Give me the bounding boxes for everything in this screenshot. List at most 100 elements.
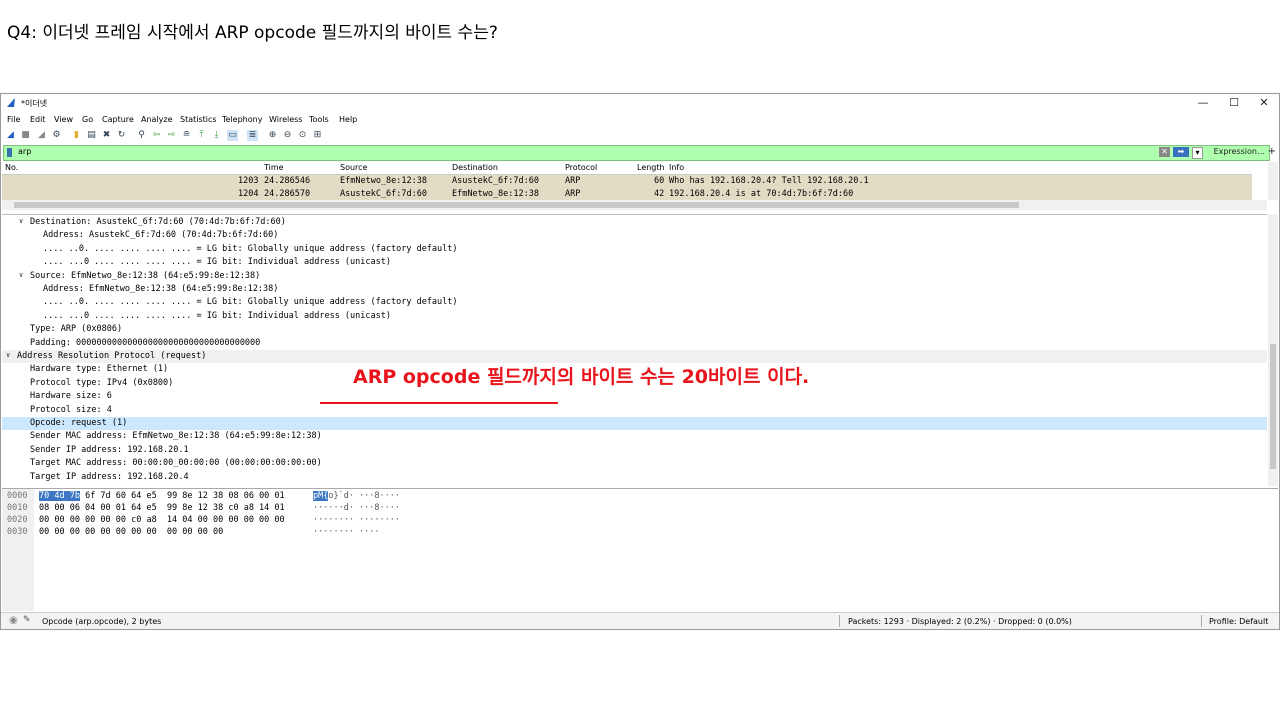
hex-byte-values[interactable]: 00 00 00 00 00 00 00 00 00 00 00 00 <box>39 527 223 537</box>
expression-button[interactable]: Expression… <box>1214 147 1265 156</box>
column-no[interactable]: No. <box>5 163 18 172</box>
detail-line[interactable]: Protocol size: 4 <box>2 404 1267 417</box>
add-filter-button[interactable]: + <box>1268 146 1276 157</box>
menu-wireless[interactable]: Wireless <box>269 115 302 124</box>
display-filter-bar[interactable]: arp ✕ ➡ ▾ <box>3 145 1270 161</box>
menu-tools[interactable]: Tools <box>309 115 329 124</box>
column-time[interactable]: Time <box>264 163 284 172</box>
menu-telephony[interactable]: Telephony <box>222 115 262 124</box>
filter-dropdown-icon[interactable]: ▾ <box>1192 147 1203 159</box>
packet-row[interactable]: 1203 24.286546 EfmNetwo_8e:12:38 Asustek… <box>2 175 1252 188</box>
filter-input[interactable]: arp <box>18 147 31 156</box>
menu-edit[interactable]: Edit <box>30 115 46 124</box>
ascii-selected[interactable]: pM{ <box>313 491 329 501</box>
details-scrollbar[interactable] <box>1268 214 1278 486</box>
close-file-icon[interactable]: ✖ <box>101 130 112 141</box>
hex-byte-values[interactable]: 00 00 00 00 00 00 c0 a8 14 04 00 00 00 0… <box>39 515 285 525</box>
expand-arrow-icon[interactable]: ∨ <box>6 351 10 359</box>
hex-line[interactable]: 0010 08 00 06 04 00 01 64 e5 99 8e 12 38 … <box>2 503 422 515</box>
hex-ascii[interactable]: ········ ········ <box>313 515 400 525</box>
detail-line[interactable]: .... ...0 .... .... .... .... = IG bit: … <box>2 310 1267 323</box>
reload-file-icon[interactable]: ↻ <box>116 130 127 141</box>
maximize-button[interactable]: ☐ <box>1219 95 1249 111</box>
detail-line[interactable]: Target IP address: 192.168.20.4 <box>2 471 1267 484</box>
ascii-text[interactable]: o}`d· ···8···· <box>328 491 400 501</box>
capture-options-icon[interactable]: ⚙ <box>51 130 62 141</box>
stop-capture-icon[interactable]: ■ <box>20 130 31 141</box>
detail-line-selected[interactable]: Opcode: request (1) <box>2 417 1267 430</box>
go-back-icon[interactable]: ⇦ <box>151 130 162 141</box>
column-destination[interactable]: Destination <box>452 163 498 172</box>
packet-list-hscrollbar[interactable] <box>2 200 1267 210</box>
column-source[interactable]: Source <box>340 163 367 172</box>
resize-columns-icon[interactable]: ⊞ <box>312 130 323 141</box>
column-protocol[interactable]: Protocol <box>565 163 597 172</box>
menu-view[interactable]: View <box>54 115 73 124</box>
edit-comment-icon[interactable]: ✎ <box>23 615 31 625</box>
menu-statistics[interactable]: Statistics <box>180 115 217 124</box>
detail-line[interactable]: ∨ Destination: AsustekC_6f:7d:60 (70:4d:7… <box>2 216 1267 229</box>
hex-line[interactable]: 0000 70 4d 7b 6f 7d 60 64 e5 99 8e 12 38 … <box>2 491 422 503</box>
detail-line[interactable]: .... ...0 .... .... .... .... = IG bit: … <box>2 256 1267 269</box>
status-circle-icon[interactable]: ◉ <box>9 615 18 626</box>
zoom-in-icon[interactable]: ⊕ <box>267 130 278 141</box>
status-profile[interactable]: Profile: Default <box>1209 617 1268 626</box>
autoscroll-icon[interactable]: ▭ <box>227 130 238 141</box>
detail-line[interactable]: .... ..0. .... .... .... .... = LG bit: … <box>2 243 1267 256</box>
clear-filter-icon[interactable]: ✕ <box>1159 147 1170 157</box>
hex-selected-bytes[interactable]: 70 4d 7b <box>39 491 80 501</box>
hex-ascii[interactable]: ········ ···· <box>313 527 380 537</box>
detail-line[interactable]: ∨ Source: EfmNetwo_8e:12:38 (64:e5:99:8e:… <box>2 270 1267 283</box>
menu-go[interactable]: Go <box>82 115 93 124</box>
detail-line[interactable]: Sender IP address: 192.168.20.1 <box>2 444 1267 457</box>
start-capture-icon[interactable]: ◢ <box>5 130 16 141</box>
zoom-out-icon[interactable]: ⊖ <box>282 130 293 141</box>
detail-line[interactable]: Address: AsustekC_6f:7d:60 (70:4d:7b:6f:… <box>2 229 1267 242</box>
detail-line[interactable]: Target MAC address: 00:00:00_00:00:00 (0… <box>2 457 1267 470</box>
menu-file[interactable]: File <box>7 115 20 124</box>
hscroll-thumb[interactable] <box>14 202 1019 208</box>
first-packet-icon[interactable]: ⤒ <box>196 130 207 141</box>
hex-byte-values[interactable]: 6f 7d 60 64 e5 99 8e 12 38 08 06 00 01 <box>80 491 285 501</box>
last-packet-icon[interactable]: ⤓ <box>211 130 222 141</box>
detail-line[interactable]: Hardware size: 6 <box>2 390 1267 403</box>
column-length[interactable]: Length <box>637 163 665 172</box>
hex-bytes[interactable]: 08 00 06 04 00 01 64 e5 99 8e 12 38 c0 a… <box>39 503 285 513</box>
zoom-normal-icon[interactable]: ⊙ <box>297 130 308 141</box>
detail-line[interactable]: Padding: 0000000000000000000000000000000… <box>2 337 1267 350</box>
detail-line[interactable]: Sender MAC address: EfmNetwo_8e:12:38 (6… <box>2 430 1267 443</box>
ascii-text[interactable]: ········ ········ <box>313 515 400 525</box>
save-file-icon[interactable]: ▤ <box>86 130 97 141</box>
expand-arrow-icon[interactable]: ∨ <box>19 217 23 225</box>
bookmark-icon[interactable] <box>7 148 12 157</box>
minimize-button[interactable]: — <box>1188 95 1218 111</box>
detail-line[interactable]: Address: EfmNetwo_8e:12:38 (64:e5:99:8e:… <box>2 283 1267 296</box>
hex-bytes[interactable]: 70 4d 7b 6f 7d 60 64 e5 99 8e 12 38 08 0… <box>39 491 285 501</box>
hex-bytes[interactable]: 00 00 00 00 00 00 c0 a8 14 04 00 00 00 0… <box>39 515 285 525</box>
expand-arrow-icon[interactable]: ∨ <box>19 271 23 279</box>
column-info[interactable]: Info <box>669 163 684 172</box>
hex-byte-values[interactable]: 08 00 06 04 00 01 64 e5 99 8e 12 38 c0 a… <box>39 503 285 513</box>
go-forward-icon[interactable]: ⇨ <box>166 130 177 141</box>
detail-line[interactable]: Type: ARP (0x0806) <box>2 323 1267 336</box>
apply-filter-icon[interactable]: ➡ <box>1173 147 1189 157</box>
hex-line[interactable]: 0020 00 00 00 00 00 00 c0 a8 14 04 00 00 … <box>2 515 422 527</box>
details-scroll-thumb[interactable] <box>1270 344 1276 469</box>
hex-line[interactable]: 0030 00 00 00 00 00 00 00 00 00 00 00 00 ·… <box>2 527 422 539</box>
detail-line[interactable]: .... ..0. .... .... .... .... = LG bit: … <box>2 296 1267 309</box>
hex-ascii[interactable]: ······d· ···8···· <box>313 503 400 513</box>
ascii-text[interactable]: ······d· ···8···· <box>313 503 400 513</box>
open-file-icon[interactable]: ▮ <box>71 130 82 141</box>
close-button[interactable]: ✕ <box>1249 95 1279 111</box>
go-to-packet-icon[interactable]: ≘ <box>181 130 192 141</box>
find-packet-icon[interactable]: ⚲ <box>136 130 147 141</box>
hex-ascii[interactable]: pM{o}`d· ···8···· <box>313 491 400 501</box>
packet-list-scrollbar[interactable] <box>1268 162 1278 200</box>
menu-analyze[interactable]: Analyze <box>141 115 173 124</box>
colorize-icon[interactable]: ≣ <box>247 130 258 141</box>
menu-help[interactable]: Help <box>339 115 357 124</box>
restart-capture-icon[interactable]: ◢ <box>36 130 47 141</box>
menu-capture[interactable]: Capture <box>102 115 134 124</box>
ascii-text[interactable]: ········ ···· <box>313 527 380 537</box>
hex-bytes[interactable]: 00 00 00 00 00 00 00 00 00 00 00 00 <box>39 527 223 537</box>
